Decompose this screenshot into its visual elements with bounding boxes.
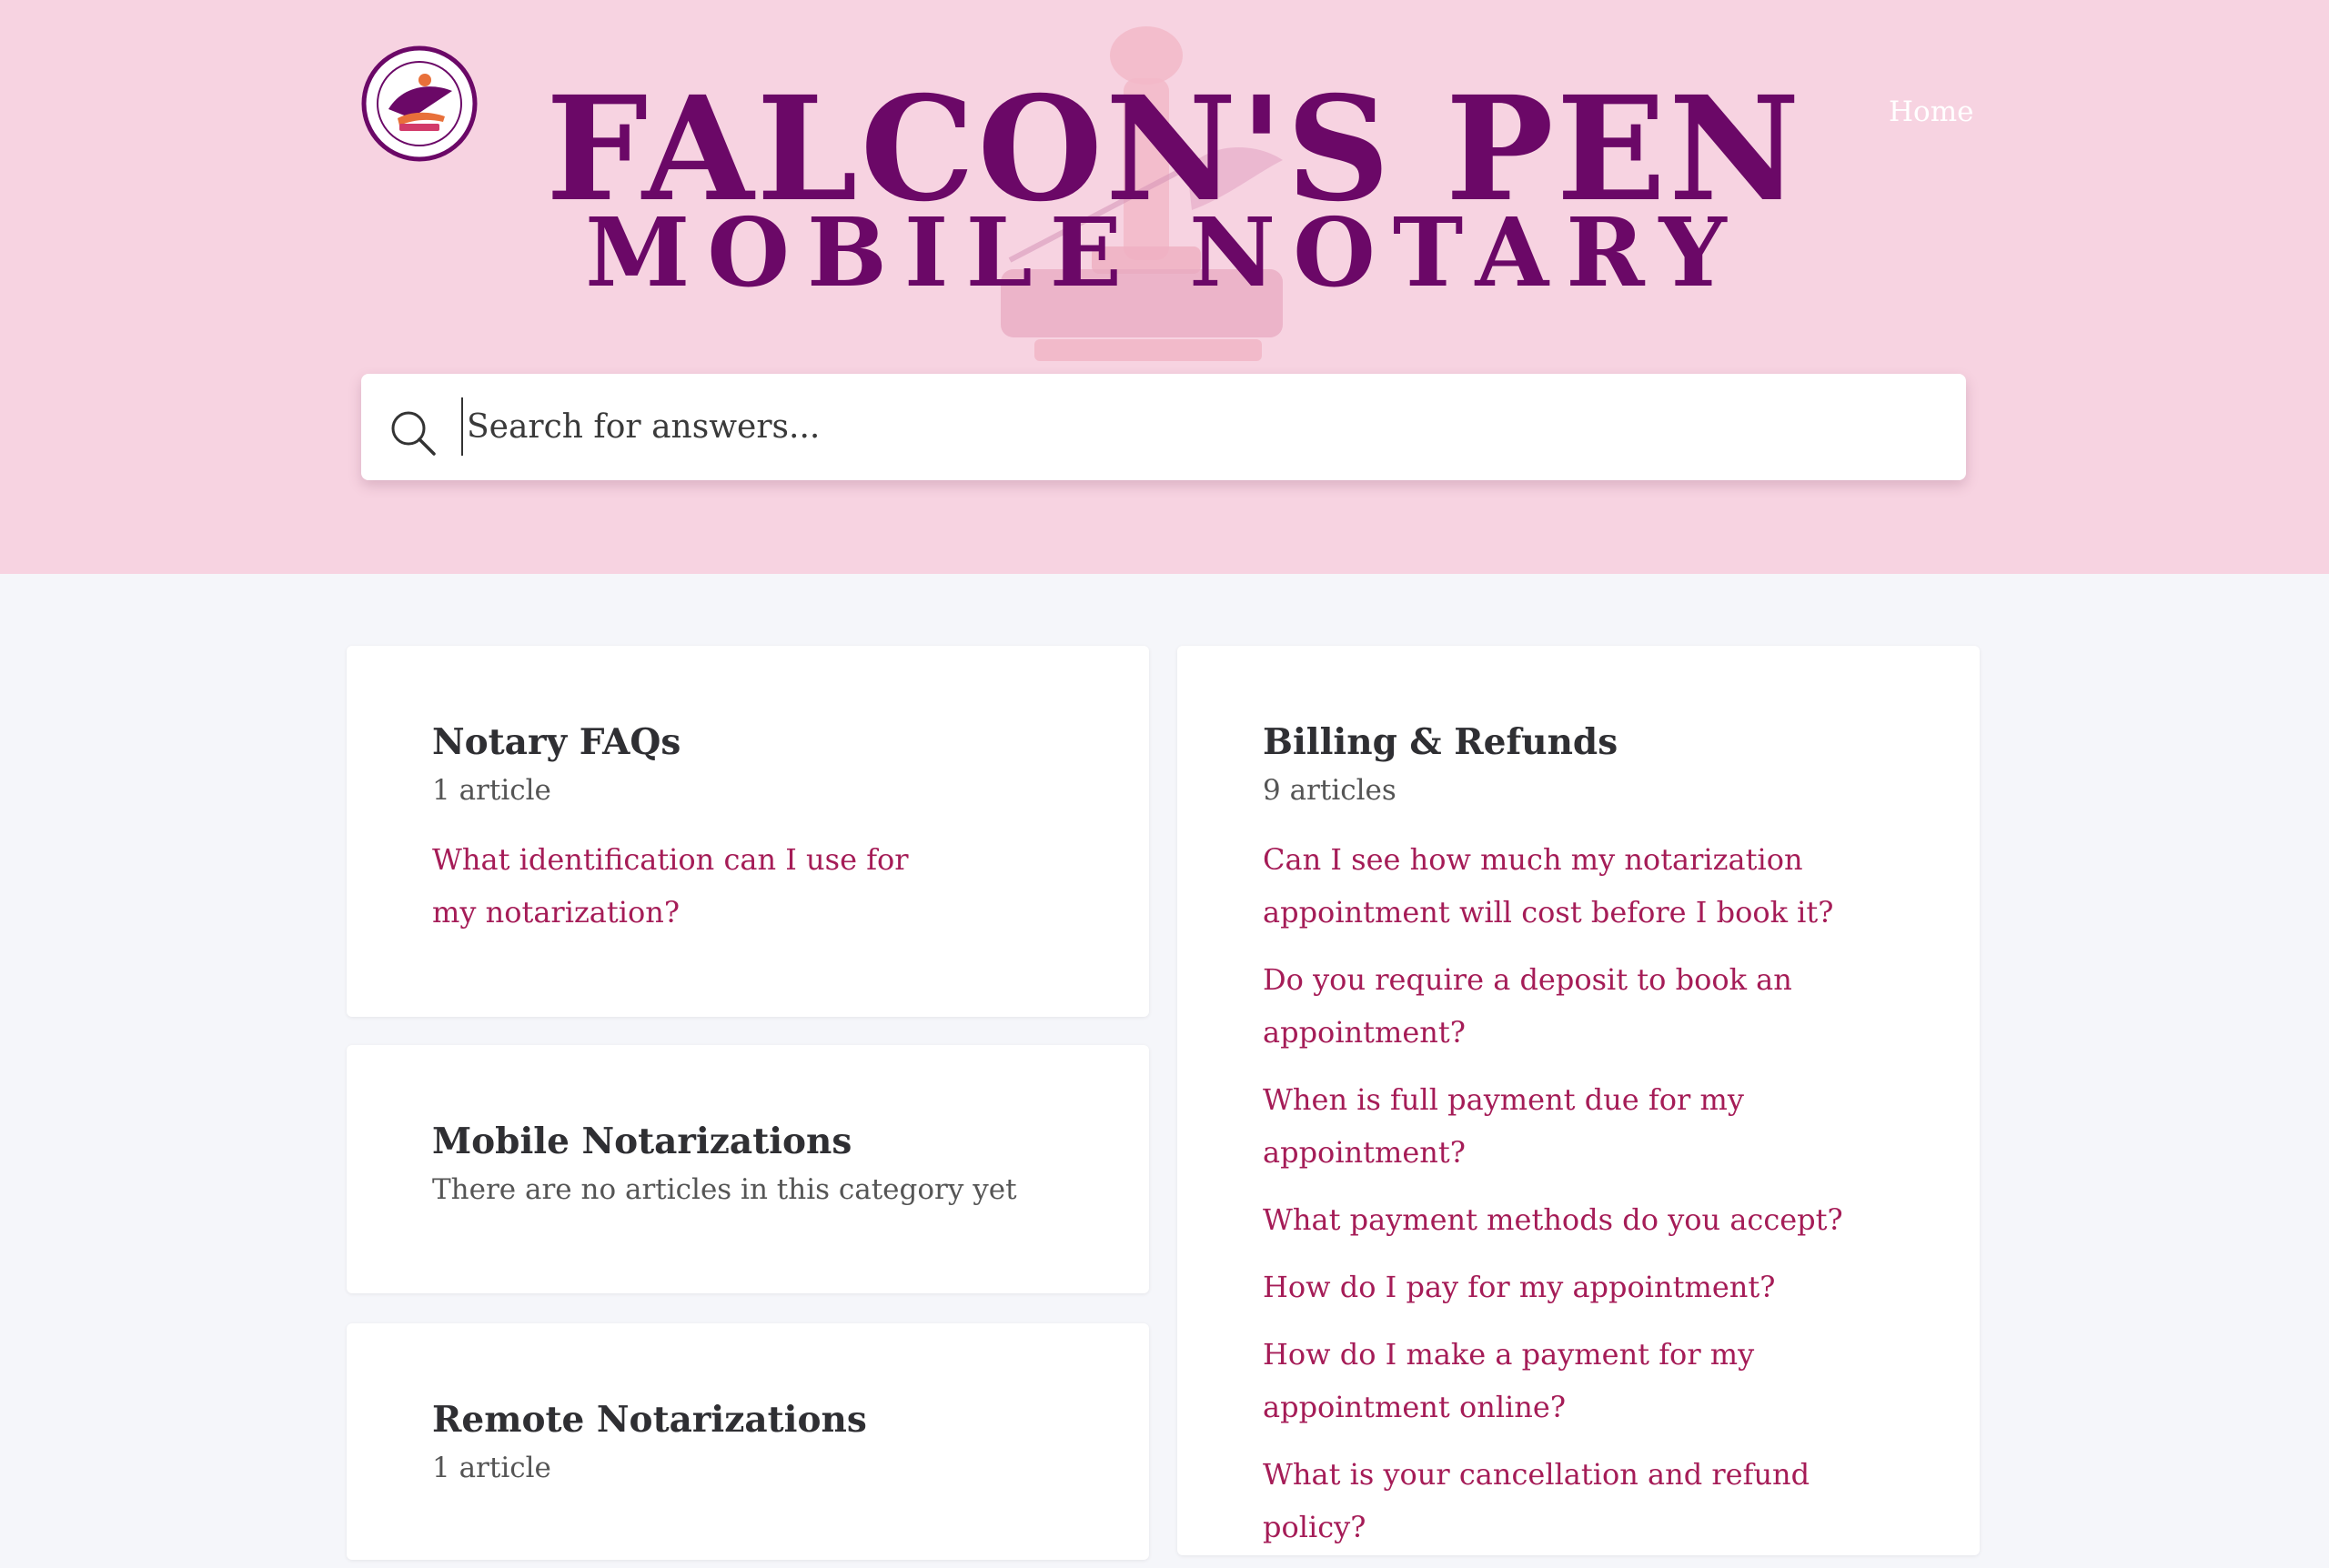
article-link[interactable]: When is full payment due for my appointm… (1263, 1082, 1744, 1170)
category-card-remote-notarizations: Remote Notarizations 1 article (347, 1323, 1149, 1560)
list-item: Do you require a deposit to book an appo… (1263, 953, 1881, 1059)
article-link[interactable]: How do I pay for my appointment? (1263, 1270, 1775, 1304)
list-item: How do I pay for my appointment? (1263, 1261, 1881, 1313)
article-link[interactable]: What is your cancellation and refund pol… (1263, 1457, 1810, 1544)
article-link[interactable]: What payment methods do you accept? (1263, 1202, 1843, 1237)
list-item: What identification can I use for my not… (432, 833, 942, 939)
category-card-notary-faqs: Notary FAQs 1 article What identificatio… (347, 646, 1149, 1017)
list-item: How do I make a payment for my appointme… (1263, 1328, 1881, 1433)
list-item: Can I see how much my notarization appoi… (1263, 833, 1881, 939)
list-item: What is your cancellation and refund pol… (1263, 1448, 1881, 1553)
category-title[interactable]: Remote Notarizations (432, 1394, 1076, 1445)
category-title[interactable]: Notary FAQs (432, 717, 1076, 768)
search-input[interactable] (461, 397, 1941, 456)
category-card-billing-refunds: Billing & Refunds 9 articles Can I see h… (1177, 646, 1980, 1555)
category-card-mobile-notarizations: Mobile Notarizations There are no articl… (347, 1045, 1149, 1293)
article-list: Can I see how much my notarization appoi… (1263, 833, 1881, 1553)
category-article-count: 1 article (432, 1452, 551, 1484)
brand-subtitle: MOBILE NOTARY (585, 196, 1744, 308)
category-article-count: 9 articles (1263, 774, 1396, 807)
category-title[interactable]: Billing & Refunds (1263, 717, 1907, 768)
article-link[interactable]: Do you require a deposit to book an appo… (1263, 962, 1792, 1050)
article-link[interactable]: What identification can I use for my not… (432, 842, 909, 930)
search-bar[interactable] (361, 374, 1966, 480)
list-item: When is full payment due for my appointm… (1263, 1073, 1881, 1179)
hero-header: Home FALCON'S PEN MOBILE NOTARY (0, 0, 2329, 574)
search-icon (391, 411, 436, 456)
nav-home-link[interactable]: Home (1889, 94, 1973, 130)
category-title[interactable]: Mobile Notarizations (432, 1116, 1076, 1167)
article-list: What identification can I use for my not… (432, 833, 1076, 939)
logo-icon[interactable] (361, 45, 478, 162)
article-link[interactable]: How do I make a payment for my appointme… (1263, 1337, 1754, 1424)
list-item: What payment methods do you accept? (1263, 1193, 1881, 1246)
category-empty-message: There are no articles in this category y… (432, 1173, 1017, 1206)
category-article-count: 1 article (432, 774, 551, 807)
article-link[interactable]: Can I see how much my notarization appoi… (1263, 842, 1833, 930)
